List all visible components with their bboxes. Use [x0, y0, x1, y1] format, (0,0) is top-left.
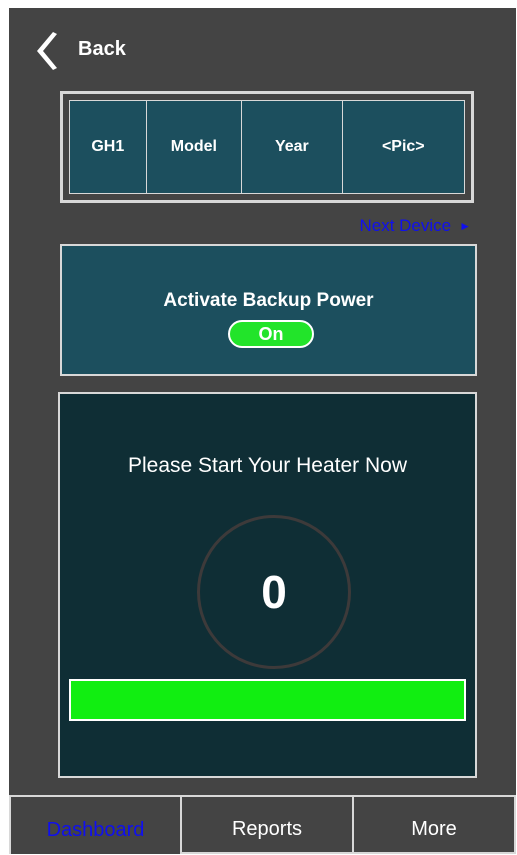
play-right-icon: ► — [459, 219, 471, 233]
device-name-cell: GH1 — [70, 101, 147, 193]
heater-gauge: 0 — [197, 515, 351, 669]
device-year-cell: Year — [242, 101, 343, 193]
device-info-box: GH1 Model Year <Pic> — [60, 91, 474, 203]
chevron-left-icon[interactable] — [31, 30, 57, 72]
tab-dashboard[interactable]: Dashboard — [9, 795, 182, 854]
device-pic-cell: <Pic> — [342, 101, 464, 193]
backup-power-toggle[interactable]: On — [228, 320, 314, 348]
heater-panel: Please Start Your Heater Now 0 — [58, 392, 477, 778]
backup-power-title: Activate Backup Power — [163, 290, 374, 311]
back-button[interactable]: Back — [78, 38, 126, 61]
bottom-nav: Dashboard Reports More — [9, 795, 516, 854]
heater-message: Please Start Your Heater Now — [128, 454, 407, 477]
heater-progress-bar — [69, 679, 466, 721]
progress-fill — [71, 681, 464, 719]
next-device-label: Next Device — [359, 216, 452, 235]
next-device-link[interactable]: Next Device ► — [359, 216, 471, 236]
device-info-row: GH1 Model Year <Pic> — [69, 100, 465, 194]
device-model-cell: Model — [146, 101, 243, 193]
backup-power-panel: Activate Backup Power On — [60, 244, 477, 376]
gauge-value: 0 — [261, 566, 287, 618]
tab-more[interactable]: More — [354, 795, 516, 854]
tab-reports[interactable]: Reports — [182, 795, 354, 854]
app-screen: Back GH1 Model Year <Pic> Next Device ► … — [9, 8, 516, 854]
header: Back — [9, 8, 516, 88]
